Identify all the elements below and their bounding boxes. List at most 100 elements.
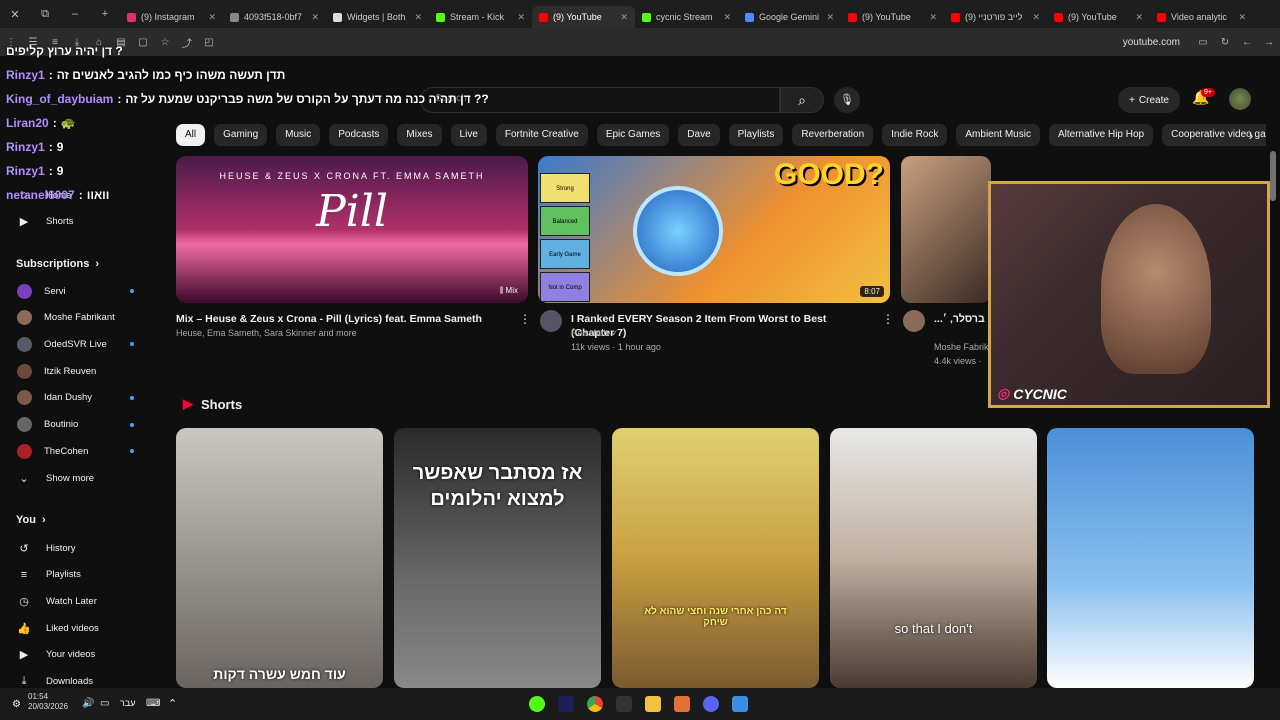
browser-tab[interactable]: (9) YouTube ✕ [532,6,635,28]
epic-games-icon[interactable] [616,696,632,712]
sidebar-item-subscription[interactable]: Moshe Fabrikant [14,307,164,329]
sidebar-item-subscription[interactable]: TheCohen [14,440,164,462]
close-tab-icon[interactable]: ✕ [826,12,834,23]
short-card[interactable] [1047,428,1254,688]
browser-tab[interactable]: (9) YouTube ✕ [1047,6,1150,28]
browser-tab[interactable]: (9) YouTube ✕ [841,6,944,28]
channel-name[interactable]: Moshe Fabrik [934,340,990,355]
discord-icon[interactable] [703,696,719,712]
forward-icon[interactable]: → [1258,37,1280,48]
chevron-right-icon[interactable]: › [1240,124,1262,146]
sidebar-item-shorts[interactable]: ▶ Shorts [14,210,164,232]
chat-text: וואוו [86,188,110,202]
volume-icon[interactable]: 🔊 [82,698,94,709]
close-window-icon[interactable]: ✕ [0,8,30,21]
folder-icon[interactable] [645,696,661,712]
lang-indicator[interactable]: עבר [120,698,135,708]
avatar[interactable] [1229,88,1251,110]
keyboard-icon[interactable]: ⌨ [146,698,160,709]
scrollbar[interactable] [1270,151,1276,201]
create-label: Create [1138,94,1169,106]
sidebar-item-subscription[interactable]: Servi [14,280,164,302]
sidebar-item-downloads[interactable]: ⤓ Downloads [14,671,164,689]
sidebar-item-subscription[interactable]: Idan Dushy [14,387,164,409]
close-tab-icon[interactable]: ✕ [311,12,319,23]
video-thumbnail[interactable] [901,156,991,303]
tray-icon[interactable]: ⚙ [12,699,21,710]
chip-alternative-hip-hop[interactable]: Alternative Hip Hop [1048,124,1154,146]
chip-ambient-music[interactable]: Ambient Music [956,124,1040,146]
close-tab-icon[interactable]: ✕ [414,12,422,23]
video-title[interactable]: Mix – Heuse & Zeus x Crona - Pill (Lyric… [176,312,506,326]
voice-search-button[interactable]: 🎙 [834,87,860,113]
sidebar-item-your-videos[interactable]: ▶ Your videos [14,644,164,666]
sidebar-item-watch-later[interactable]: ◷ Watch Later [14,590,164,612]
video-thumbnail[interactable]: Strong Balanced Early Game Not in Comp GOOD… [538,156,890,303]
close-tab-icon[interactable]: ✕ [517,12,525,23]
chip-dave[interactable]: Dave [678,124,720,146]
channel-avatar[interactable] [903,310,925,332]
close-tab-icon[interactable]: ✕ [1032,12,1040,23]
chip-indie-rock[interactable]: Indie Rock [882,124,948,146]
reader-mode-icon[interactable]: ▭ [1192,37,1214,48]
reload-icon[interactable]: ↻ [1214,37,1236,48]
short-card[interactable]: עוד חמש עשרה דקות [176,428,383,688]
tab-label: Video analytic [1171,12,1227,22]
channel-name[interactable]: Reisshub ✓ [571,326,619,341]
chat-separator: : [117,92,122,106]
chevron-up-icon[interactable]: ⌃ [168,697,177,710]
video-card[interactable]: Strong Balanced Early Game Not in Comp GOOD… [538,156,890,303]
sidebar-item-subscription[interactable]: Boutinio [14,414,164,436]
chat-text: דן יהיה ערוץ קליפים ? [6,44,123,58]
chip-epic-games[interactable]: Epic Games [596,124,670,146]
sidebar-item-playlists[interactable]: ≡ Playlists [14,564,164,586]
close-tab-icon[interactable]: ✕ [723,12,731,23]
sidebar-item-subscription[interactable]: Itzik Reuven [14,360,164,382]
sidebar-item-playlists-label: Playlists [46,569,81,581]
close-tab-icon[interactable]: ✕ [1238,12,1246,23]
close-tab-icon[interactable]: ✕ [620,12,628,23]
minimize-icon[interactable]: – [60,8,90,20]
short-card[interactable]: אז מסתבר שאפשר למצוא יהלומים [394,428,601,688]
create-button[interactable]: + Create [1118,87,1180,113]
short-card[interactable]: דה כהן אחרי שנה וחצי שהוא לא שיחק [612,428,819,688]
browser-tab[interactable]: (9) לייב פורטניי ✕ [944,6,1047,28]
subscriptions-header[interactable]: Subscriptions › [16,258,99,270]
short-card[interactable]: so that I don't [830,428,1037,688]
video-card[interactable] [901,156,991,303]
close-tab-icon[interactable]: ✕ [208,12,216,23]
thumb-word: GOOD? [774,158,884,191]
close-tab-icon[interactable]: ✕ [1135,12,1143,23]
app-icon[interactable] [674,696,690,712]
browser-tab[interactable]: 4093f518-0bf7 ✕ [223,6,326,28]
chip-reverberation[interactable]: Reverberation [792,124,874,146]
sidebar-item-liked-videos[interactable]: 👍 Liked videos [14,617,164,639]
chip-playlists[interactable]: Playlists [728,124,784,146]
new-tab-icon[interactable]: + [90,8,120,20]
chrome-icon[interactable] [587,696,603,712]
url-bar[interactable]: youtube.com [1123,37,1180,48]
sidebar-show-more[interactable]: ⌄ Show more [14,467,164,489]
browser-tab[interactable]: cycnic Stream ✕ [635,6,738,28]
browser-tab[interactable]: (9) Instagram ✕ [120,6,223,28]
more-vert-icon[interactable]: ⋮ [519,312,531,326]
sidebar-item-subscription[interactable]: OdedSVR Live [14,333,164,355]
channel-avatar[interactable] [540,310,562,332]
more-vert-icon[interactable]: ⋮ [882,312,894,326]
browser-tab[interactable]: Widgets | Both ✕ [326,6,429,28]
close-tab-icon[interactable]: ✕ [929,12,937,23]
back-icon[interactable]: ← [1236,37,1258,48]
network-icon[interactable]: ▭ [100,698,109,709]
browser-tab[interactable]: Google Gemini ✕ [738,6,841,28]
sidebar-item-history[interactable]: ↺ History [14,537,164,559]
chat-text: 🐢 [60,116,76,130]
video-title[interactable]: ...קומה ברסלר, ׳Y | פודקאסט [934,312,990,326]
app-icon[interactable] [558,696,574,712]
app-icon[interactable] [529,696,545,712]
windows-start-icon[interactable] [732,696,748,712]
browser-tab[interactable]: Stream - Kick ✕ [429,6,532,28]
you-header[interactable]: You › [16,514,46,526]
browser-tab[interactable]: Video analytic ✕ [1150,6,1253,28]
window-menu-icon[interactable]: ⧉ [30,8,60,21]
search-button[interactable]: ⌕ [780,87,824,113]
